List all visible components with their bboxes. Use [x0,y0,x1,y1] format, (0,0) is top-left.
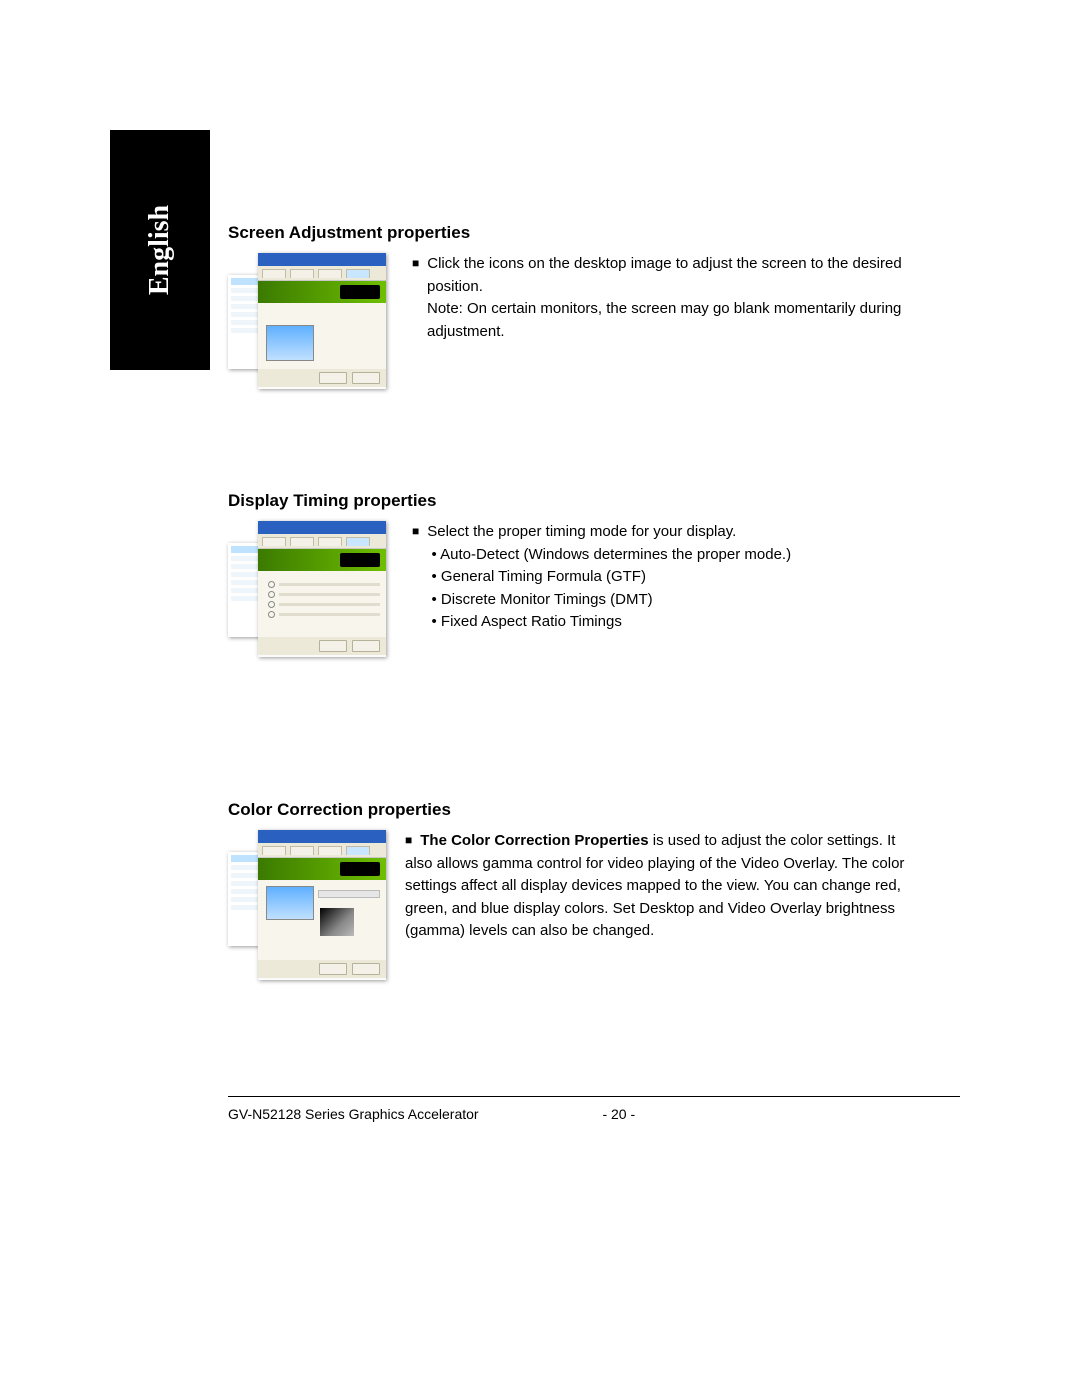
language-tab: English [110,130,210,370]
screenshot-dialog [258,253,386,389]
nvidia-logo [340,862,380,876]
page-footer: GV-N52128 Series Graphics Accelerator - … [228,1106,635,1122]
heading-screen-adjustment: Screen Adjustment properties [228,223,470,243]
text-color-correction: The Color Correction Properties is used … [405,830,925,943]
sub-bullet: • Fixed Aspect Ratio Timings [405,611,935,634]
sub-bullet: • General Timing Formula (GTF) [405,566,935,589]
manual-page: English Screen Adjustment properties Cli… [0,0,1080,1397]
bullet-text: Select the proper timing mode for your d… [405,521,935,544]
square-bullet-icon [405,832,420,849]
sub-bullet: • Auto-Detect (Windows determines the pr… [405,544,935,567]
nvidia-logo [340,285,380,299]
nvidia-logo [340,553,380,567]
language-label: English [144,205,176,295]
screenshot-dialog [258,830,386,980]
square-bullet-icon [412,523,427,540]
footer-product: GV-N52128 Series Graphics Accelerator [228,1106,479,1122]
text-screen-adjust: Click the icons on the desktop image to … [405,253,935,343]
footer-page-number: - 20 - [602,1106,635,1122]
heading-display-timing: Display Timing properties [228,491,436,511]
square-bullet-icon [412,255,427,272]
screenshot-dialog [258,521,386,657]
text-display-timing: Select the proper timing mode for your d… [405,521,935,634]
heading-color-correction: Color Correction properties [228,800,451,820]
bold-lead: The Color Correction Properties [420,832,648,849]
radio-group [268,581,380,621]
footer-rule [228,1096,960,1097]
sub-bullet: • Discrete Monitor Timings (DMT) [405,589,935,612]
note-text: Note: On certain monitors, the screen ma… [405,298,935,343]
gradient-preview [320,908,354,936]
bullet-text: Click the icons on the desktop image to … [405,253,935,298]
